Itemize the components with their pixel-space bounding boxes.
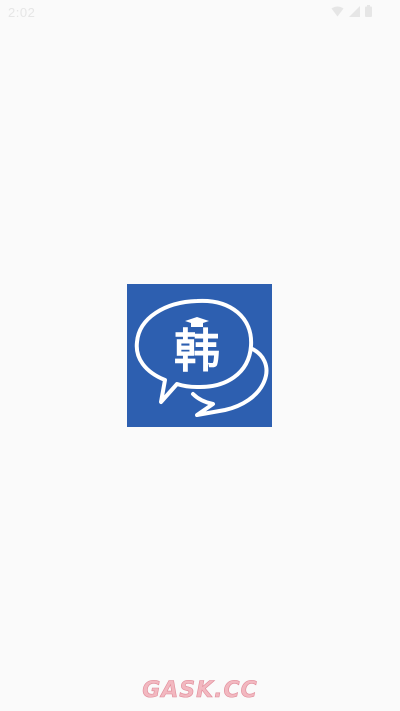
watermark-logo: GASK.CC	[125, 676, 275, 702]
status-time: 2:02	[8, 5, 36, 20]
watermark-text: GASK.CC	[142, 678, 258, 702]
app-logo: 韩	[127, 284, 272, 427]
cellular-signal-icon	[349, 5, 360, 17]
status-icons	[331, 5, 372, 17]
chat-bubbles-icon: 韩	[134, 298, 269, 417]
logo-character: 韩	[174, 324, 220, 378]
wifi-icon	[331, 6, 344, 17]
battery-icon	[365, 5, 372, 17]
splash-screen: 2:02 韩 GASK.CC	[0, 0, 400, 711]
status-bar: 2:02	[0, 0, 400, 26]
